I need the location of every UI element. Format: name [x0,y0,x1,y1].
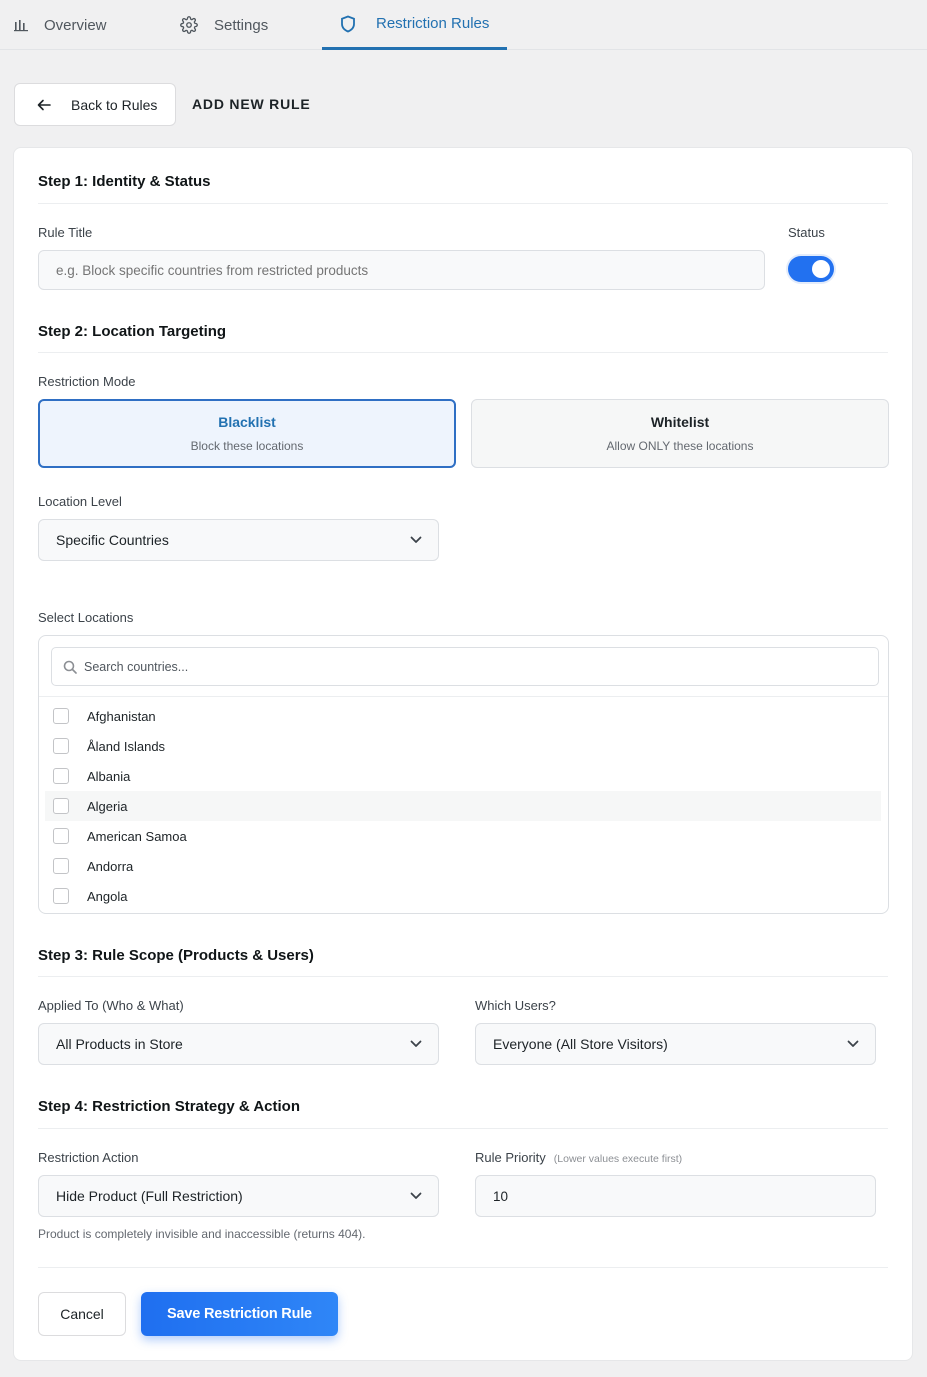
step4-title: Step 4: Restriction Strategy & Action [38,1098,300,1115]
mode-blacklist-option[interactable]: Blacklist Block these locations [38,399,456,468]
select-value: Specific Countries [56,532,169,548]
checkbox[interactable] [53,798,69,814]
rule-priority-hint: (Lower values execute first) [553,1153,683,1165]
step2-title: Step 2: Location Targeting [38,323,227,340]
applied-to-label: Applied To (Who & What) [38,998,184,1013]
input-value: 10 [493,1188,509,1204]
chevron-down-icon [410,536,422,544]
location-name: American Samoa [87,828,187,844]
bar-chart-icon [14,18,28,32]
back-to-rules-button[interactable]: Back to Rules [14,83,176,126]
location-item[interactable]: Angola [45,881,881,911]
mode-whitelist-option[interactable]: Whitelist Allow ONLY these locations [471,399,889,468]
rule-priority-label-group: Rule Priority (Lower values execute firs… [475,1150,682,1165]
mode-subtitle: Block these locations [190,439,304,453]
divider [38,352,888,353]
checkbox[interactable] [53,738,69,754]
tab-restriction-rules[interactable]: Restriction Rules [322,0,507,50]
divider [38,976,888,977]
location-item[interactable]: Åland Islands [45,731,881,761]
location-name: Algeria [87,798,128,814]
status-label: Status [788,225,825,240]
which-users-label: Which Users? [475,998,556,1013]
rule-priority-input[interactable]: 10 [475,1175,876,1217]
status-toggle[interactable] [788,256,834,282]
select-locations-label: Select Locations [38,610,134,625]
rule-priority-label: Rule Priority [475,1150,546,1165]
location-item[interactable]: Algeria [45,791,881,821]
location-name: Åland Islands [87,738,166,754]
chevron-down-icon [410,1040,422,1048]
checkbox[interactable] [53,858,69,874]
tab-bar: Overview Settings Restriction Rules [0,0,927,50]
toggle-knob [812,260,830,278]
step3-title: Step 3: Rule Scope (Products & Users) [38,947,314,964]
back-button-label: Back to Rules [71,96,158,113]
checkbox[interactable] [53,768,69,784]
location-name: Angola [87,888,128,904]
restriction-action-hint: Product is completely invisible and inac… [38,1227,366,1241]
location-name: Andorra [87,858,134,874]
gear-icon [180,16,198,34]
locations-list: Afghanistan Åland Islands Albania Algeri… [45,701,881,911]
chevron-down-icon [847,1040,859,1048]
select-value: Everyone (All Store Visitors) [493,1036,668,1052]
save-restriction-rule-button[interactable]: Save Restriction Rule [141,1292,338,1336]
location-name: Afghanistan [87,708,156,724]
location-item[interactable]: Albania [45,761,881,791]
checkbox[interactable] [53,828,69,844]
mode-subtitle: Allow ONLY these locations [606,439,754,453]
location-level-select[interactable]: Specific Countries [38,519,439,561]
mode-title: Whitelist [650,414,710,430]
divider [38,203,888,204]
tab-label: Settings [214,16,269,34]
location-item[interactable]: Andorra [45,851,881,881]
restriction-mode-label: Restriction Mode [38,374,136,389]
chevron-down-icon [410,1192,422,1200]
search-icon [63,660,77,674]
step1-title: Step 1: Identity & Status [38,173,211,190]
location-level-label: Location Level [38,494,122,509]
country-search-input[interactable]: Search countries... [51,647,879,686]
rule-form-card: Step 1: Identity & Status Rule Title Sta… [13,147,913,1361]
location-name: Albania [87,768,131,784]
restriction-action-label: Restriction Action [38,1150,139,1165]
select-value: Hide Product (Full Restriction) [56,1188,243,1204]
rule-title-label: Rule Title [38,225,93,240]
tab-settings[interactable]: Settings [180,0,268,50]
divider [38,1128,888,1129]
checkbox[interactable] [53,888,69,904]
cancel-button[interactable]: Cancel [38,1292,126,1336]
divider [38,1267,888,1268]
rule-title-input[interactable] [38,250,765,290]
arrow-left-icon [37,99,51,111]
applied-to-select[interactable]: All Products in Store [38,1023,439,1065]
tab-label: Overview [44,16,107,34]
divider [39,696,888,697]
checkbox[interactable] [53,708,69,724]
shield-icon [340,15,356,33]
locations-picker: Search countries... Afghanistan Åland Is… [38,635,889,914]
mode-title: Blacklist [218,414,276,430]
tab-overview[interactable]: Overview [14,0,107,50]
location-item[interactable]: American Samoa [45,821,881,851]
tab-label: Restriction Rules [376,15,490,32]
location-item[interactable]: Afghanistan [45,701,881,731]
search-placeholder: Search countries... [84,659,189,674]
restriction-action-select[interactable]: Hide Product (Full Restriction) [38,1175,439,1217]
which-users-select[interactable]: Everyone (All Store Visitors) [475,1023,876,1065]
page-title: ADD NEW RULE [192,96,311,112]
select-value: All Products in Store [56,1036,183,1052]
